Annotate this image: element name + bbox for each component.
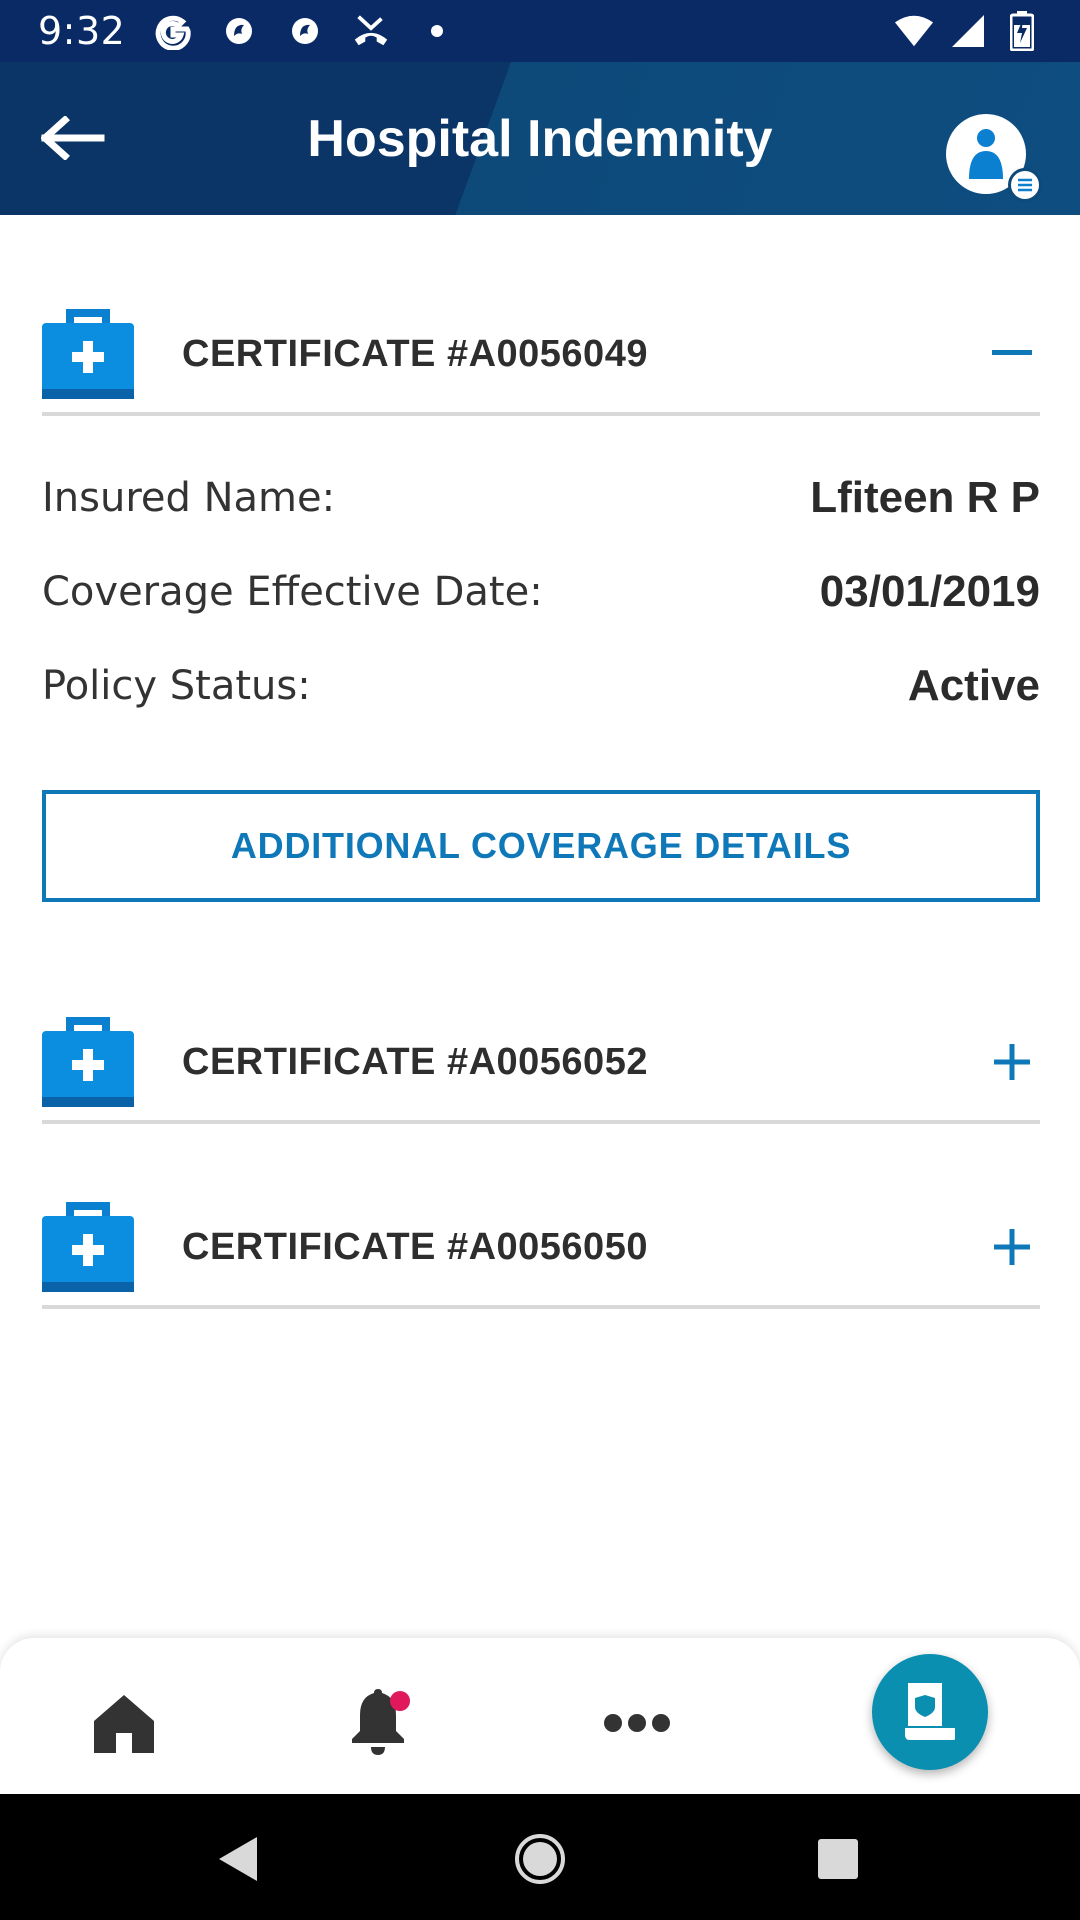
detail-value: 03/01/2019 xyxy=(819,567,1040,616)
more-icon xyxy=(604,1714,670,1732)
coverage-date-row: Coverage Effective Date: 03/01/2019 xyxy=(42,562,1040,622)
additional-coverage-details-button[interactable]: ADDITIONAL COVERAGE DETAILS xyxy=(42,790,1040,902)
square-recents-icon xyxy=(818,1839,858,1879)
detail-label: Insured Name: xyxy=(42,475,336,521)
expand-button[interactable] xyxy=(984,1034,1040,1090)
status-bar: 9:32 xyxy=(0,0,1080,62)
policy-fab-button[interactable] xyxy=(872,1654,988,1770)
dot-icon xyxy=(417,11,457,51)
expand-button[interactable] xyxy=(984,1219,1040,1275)
status-time: 9:32 xyxy=(38,9,126,53)
detail-label: Policy Status: xyxy=(42,663,311,709)
notifications-button[interactable] xyxy=(334,1678,424,1768)
policy-status-row: Policy Status: Active xyxy=(42,656,1040,716)
status-system-icons xyxy=(894,11,1042,51)
certificate-row[interactable]: CERTIFICATE #A0056049 xyxy=(42,296,1040,416)
menu-icon xyxy=(1018,178,1032,192)
google-icon xyxy=(153,11,193,51)
app-icon xyxy=(285,11,325,51)
collapse-button[interactable] xyxy=(984,326,1040,382)
plus-icon xyxy=(994,1229,1030,1265)
circle-home-icon xyxy=(515,1834,565,1884)
medical-kit-icon xyxy=(42,1201,134,1293)
detail-value: Active xyxy=(907,661,1040,710)
signal-icon xyxy=(948,11,988,51)
detail-value: Lfiteen R P xyxy=(810,473,1040,522)
system-navigation-bar xyxy=(0,1794,1080,1920)
system-back-button[interactable] xyxy=(204,1824,274,1894)
home-icon xyxy=(94,1695,154,1753)
medical-kit-icon xyxy=(42,1016,134,1108)
more-button[interactable] xyxy=(592,1678,682,1768)
status-notification-icons xyxy=(153,11,457,51)
wifi-icon xyxy=(894,11,934,51)
medical-kit-icon xyxy=(42,308,134,400)
page-title: Hospital Indemnity xyxy=(307,109,773,168)
certificate-label: CERTIFICATE #A0056052 xyxy=(182,1040,648,1083)
profile-icon xyxy=(969,129,1003,179)
insured-name-row: Insured Name: Lfiteen R P xyxy=(42,468,1040,528)
minus-icon xyxy=(992,350,1032,355)
plus-icon xyxy=(994,1044,1030,1080)
detail-label: Coverage Effective Date: xyxy=(42,569,543,615)
policy-icon xyxy=(903,1683,957,1742)
profile-menu-badge xyxy=(1008,168,1042,202)
battery-icon xyxy=(1002,11,1042,51)
certificate-row[interactable]: CERTIFICATE #A0056050 xyxy=(42,1189,1040,1309)
bell-icon xyxy=(352,1689,410,1755)
system-home-button[interactable] xyxy=(505,1824,575,1894)
certificate-label: CERTIFICATE #A0056050 xyxy=(182,1225,648,1268)
app-header: Hospital Indemnity xyxy=(0,62,1080,215)
app-icon xyxy=(219,11,259,51)
certificate-row[interactable]: CERTIFICATE #A0056052 xyxy=(42,1004,1040,1124)
home-button[interactable] xyxy=(79,1678,169,1768)
certificate-label: CERTIFICATE #A0056049 xyxy=(182,332,648,375)
system-recents-button[interactable] xyxy=(803,1824,873,1894)
triangle-back-icon xyxy=(219,1837,257,1881)
missed-call-icon xyxy=(351,11,391,51)
